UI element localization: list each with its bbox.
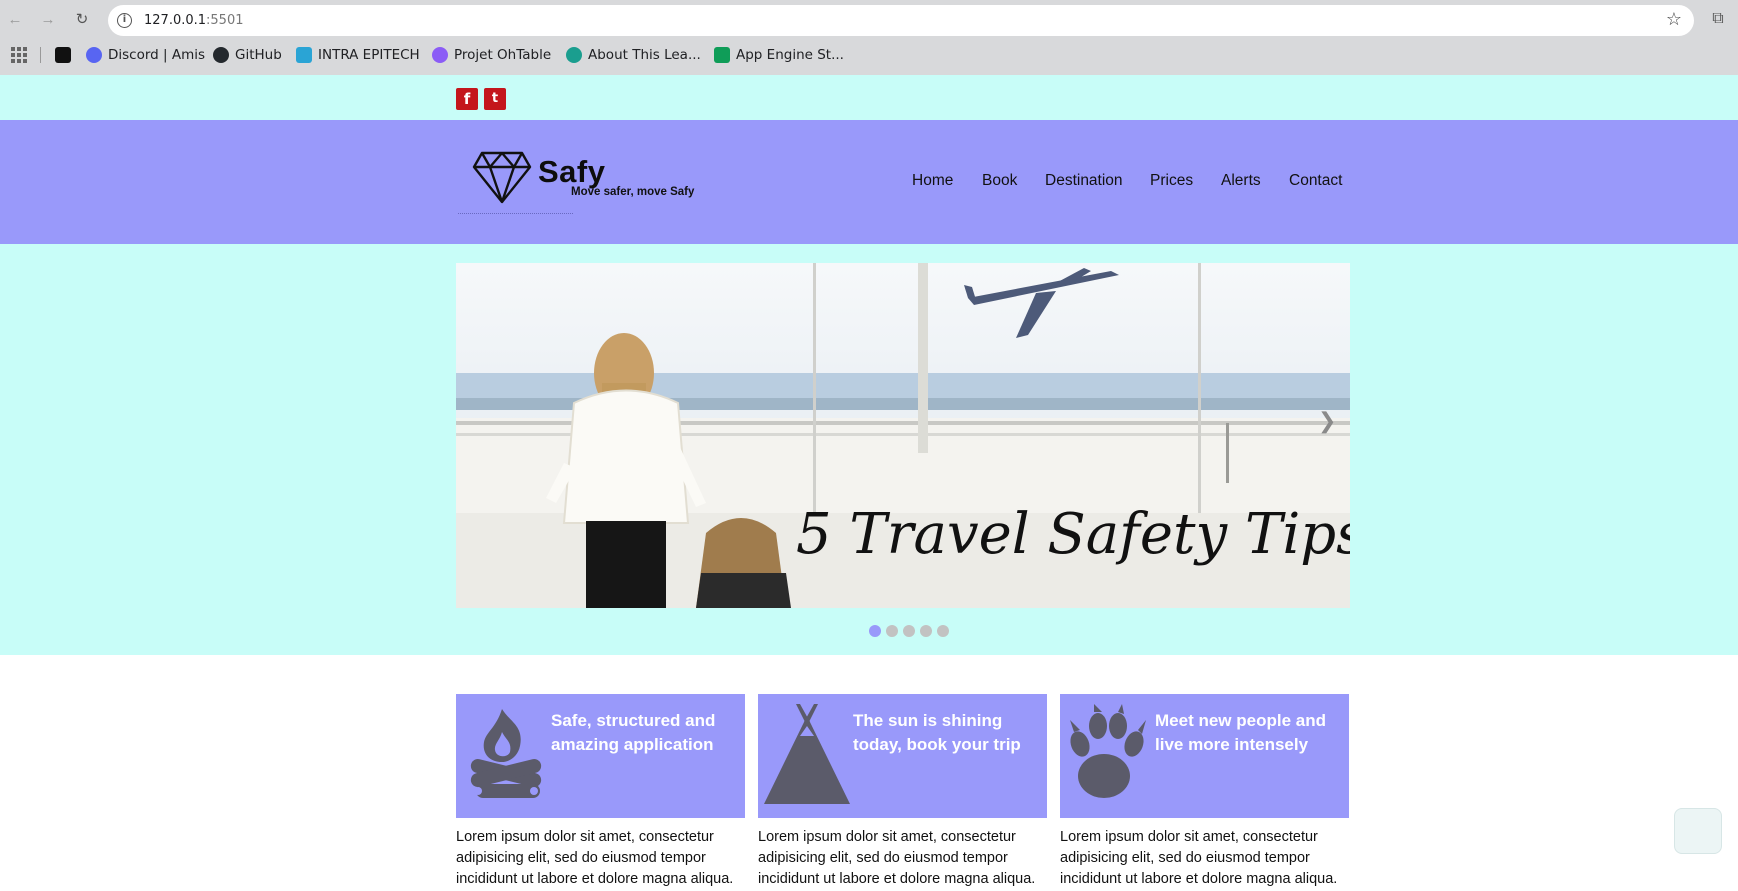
github-icon bbox=[213, 47, 229, 63]
site-info-icon[interactable]: i bbox=[117, 13, 132, 28]
hero-slide-image: 5 Travel Safety Tips bbox=[456, 263, 1350, 608]
bookmark-blank[interactable] bbox=[55, 45, 71, 65]
feature-card-sun[interactable]: The sun is shining today, book your trip bbox=[758, 694, 1047, 818]
bookmark-label: INTRA EPITECH bbox=[318, 47, 420, 63]
feature-description: Lorem ipsum dolor sit amet, consectetur … bbox=[758, 829, 1036, 887]
social-bar bbox=[0, 75, 1738, 120]
nav-alerts[interactable]: Alerts bbox=[1221, 172, 1261, 190]
slider-dot-2[interactable] bbox=[886, 625, 898, 637]
bookmark-label: Projet OhTable bbox=[454, 47, 552, 63]
nav-prices[interactable]: Prices bbox=[1150, 172, 1193, 190]
slider-next-arrow-icon[interactable]: ❯ bbox=[1318, 408, 1336, 434]
slide-caption: 5 Travel Safety Tips bbox=[796, 502, 1350, 567]
feature-title: Safe, structured and amazing application bbox=[551, 711, 716, 754]
ohtable-icon bbox=[432, 47, 448, 63]
reload-icon[interactable]: ↻ bbox=[71, 9, 93, 31]
back-arrow-icon[interactable]: ← bbox=[4, 9, 26, 31]
facebook-icon[interactable]: f bbox=[456, 88, 478, 110]
bookmark-favicon-icon bbox=[55, 47, 71, 63]
epitech-icon bbox=[296, 47, 312, 63]
feature-description: Lorem ipsum dolor sit amet, consectetur … bbox=[1060, 829, 1338, 887]
bookmarks-bar: Discord | Amis GitHub INTRA EPITECH Proj… bbox=[0, 42, 1738, 68]
nav-book[interactable]: Book bbox=[982, 172, 1017, 190]
feature-card-meet[interactable]: Meet new people and live more intensely bbox=[1060, 694, 1349, 818]
app-engine-icon bbox=[714, 47, 730, 63]
nav-destination[interactable]: Destination bbox=[1045, 172, 1123, 190]
extensions-icon[interactable]: ⧉ bbox=[1708, 9, 1728, 29]
bookmark-github[interactable]: GitHub bbox=[213, 45, 282, 65]
main-nav: Home Book Destination Prices Alerts Cont… bbox=[0, 172, 1738, 192]
feature-title: Meet new people and live more intensely bbox=[1155, 711, 1326, 754]
nav-home[interactable]: Home bbox=[912, 172, 953, 190]
slider-dot-5[interactable] bbox=[937, 625, 949, 637]
feature-description: Lorem ipsum dolor sit amet, consectetur … bbox=[456, 829, 734, 887]
forward-arrow-icon[interactable]: → bbox=[37, 9, 59, 31]
url-text[interactable]: 127.0.0.1:5501 bbox=[144, 13, 244, 28]
apps-grid-icon[interactable] bbox=[11, 47, 27, 63]
bookmark-separator bbox=[40, 47, 41, 63]
bookmark-discord[interactable]: Discord | Amis bbox=[86, 45, 205, 65]
bookmark-app-engine[interactable]: App Engine St... bbox=[714, 45, 844, 65]
feature-card-safe[interactable]: Safe, structured and amazing application bbox=[456, 694, 745, 818]
slider-dot-4[interactable] bbox=[920, 625, 932, 637]
bookmark-label: About This Lea... bbox=[588, 47, 701, 63]
bookmark-star-icon[interactable]: ☆ bbox=[1666, 9, 1682, 30]
slider-dot-3[interactable] bbox=[903, 625, 915, 637]
twitter-icon[interactable]: t bbox=[484, 88, 506, 110]
globe-icon bbox=[566, 47, 582, 63]
bookmark-ohtable[interactable]: Projet OhTable bbox=[432, 45, 551, 65]
bookmark-label: App Engine St... bbox=[736, 47, 844, 63]
nav-contact[interactable]: Contact bbox=[1289, 172, 1342, 190]
campfire-icon bbox=[470, 709, 542, 798]
feature-title: The sun is shining today, book your trip bbox=[853, 711, 1021, 754]
bookmark-about-lea[interactable]: About This Lea... bbox=[566, 45, 701, 65]
travel-illustration: 5 Travel Safety Tips bbox=[456, 263, 1350, 608]
bookmark-label: Discord | Amis bbox=[108, 47, 206, 63]
tent-icon bbox=[764, 704, 850, 804]
slider-dot-1[interactable] bbox=[869, 625, 881, 637]
discord-icon bbox=[86, 47, 102, 63]
floating-widget-icon[interactable] bbox=[1674, 808, 1722, 854]
address-bar[interactable]: i 127.0.0.1:5501 ☆ bbox=[108, 5, 1694, 36]
browser-chrome: ← → ↻ i 127.0.0.1:5501 ☆ ⧉ Discord | Ami… bbox=[0, 0, 1738, 75]
bookmark-label: GitHub bbox=[235, 47, 282, 63]
logo-underline bbox=[458, 213, 573, 215]
bookmark-intra-epitech[interactable]: INTRA EPITECH bbox=[296, 45, 420, 65]
paw-icon bbox=[1070, 704, 1146, 798]
